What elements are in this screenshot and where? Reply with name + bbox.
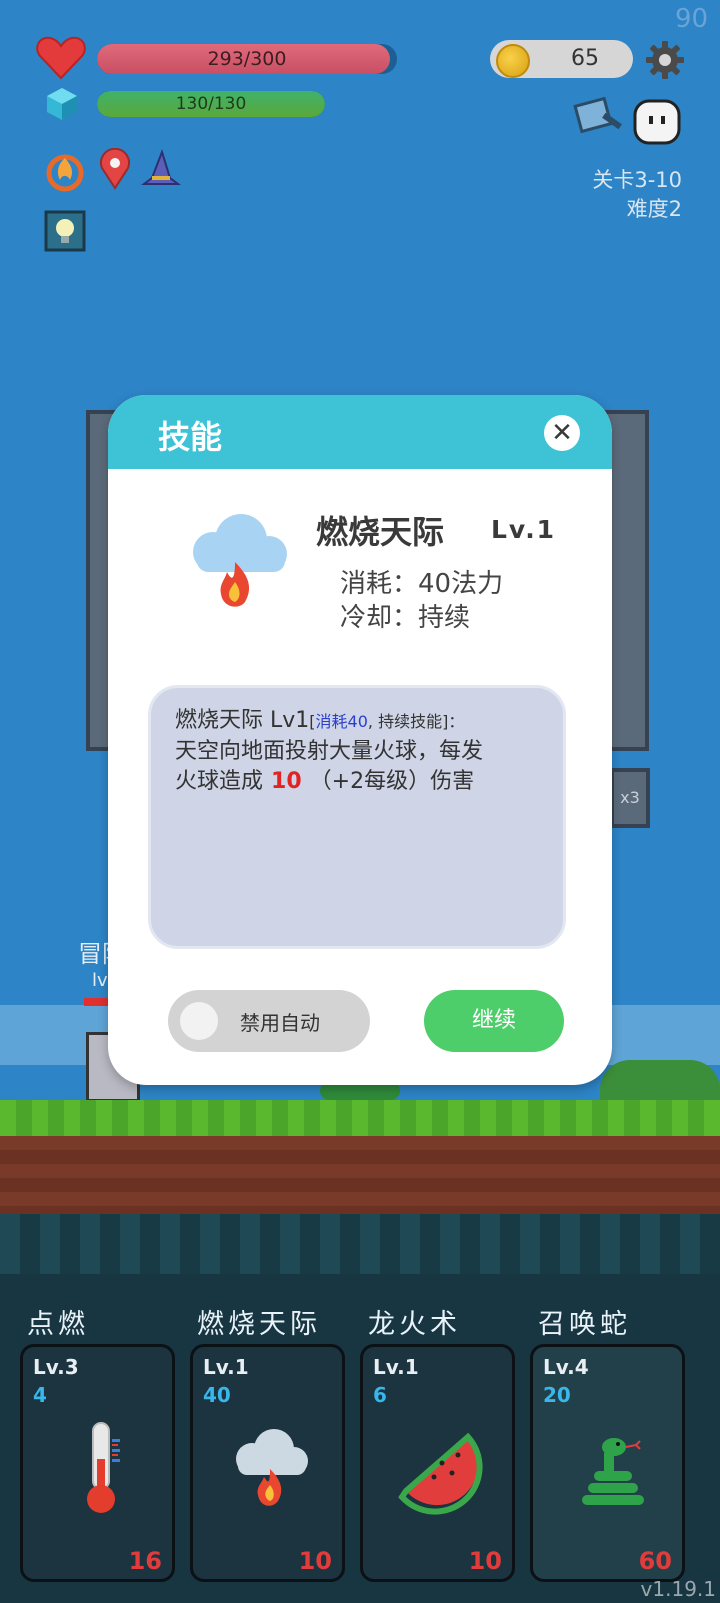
card-count: 16 xyxy=(128,1547,162,1575)
skill-card-dragon-fire[interactable]: Lv.1 6 10 xyxy=(360,1344,515,1582)
skill-description: 燃烧天际 Lv1[消耗40, 持续技能]： 天空向地面投射大量火球，每发 火球造… xyxy=(148,685,566,949)
toggle-knob[interactable] xyxy=(180,1002,218,1040)
skill-card-summon-snake[interactable]: Lv.4 20 60 xyxy=(530,1344,685,1582)
coin-icon xyxy=(496,44,530,78)
card-cost: 6 xyxy=(373,1383,387,1407)
stage-info: 关卡3-10 难度2 xyxy=(592,166,682,224)
skill-level: Lv.1 xyxy=(491,515,557,544)
card-level: Lv.4 xyxy=(543,1355,589,1379)
desc-tag: [消耗40, 持续技能]： xyxy=(309,712,465,731)
lightbulb-icon xyxy=(44,210,86,252)
desc-tag-cost: 消耗40 xyxy=(315,712,368,731)
card-level: Lv.1 xyxy=(203,1355,249,1379)
card-count: 60 xyxy=(638,1547,672,1575)
skill-cooldown: 冷却：持续 xyxy=(340,603,471,633)
card-level: Lv.1 xyxy=(373,1355,419,1379)
desc-heading: 燃烧天际 Lv1 xyxy=(175,708,310,733)
continue-button[interactable]: 继续 xyxy=(424,990,564,1052)
mana-text: 130/130 xyxy=(175,94,247,114)
card-cost: 20 xyxy=(543,1383,571,1407)
heart-icon xyxy=(36,36,86,80)
desc-line2-post: （+2每级）伤害 xyxy=(309,769,475,794)
bush xyxy=(600,1060,720,1102)
axe-icon[interactable] xyxy=(570,96,628,146)
mana-gem-icon xyxy=(47,88,77,120)
skill-name: 燃烧天际 xyxy=(316,513,445,551)
desc-line1: 天空向地面投射大量火球，每发 xyxy=(175,739,484,764)
water-surface xyxy=(0,1214,720,1274)
watermelon-icon xyxy=(398,1432,483,1515)
thermometer-icon xyxy=(87,1422,120,1513)
card-count: 10 xyxy=(468,1547,502,1575)
ghost-icon[interactable] xyxy=(632,98,682,146)
card-level: Lv.3 xyxy=(33,1355,79,1379)
version-label: v1.19.1 xyxy=(640,1577,716,1601)
coin-amount: 65 xyxy=(571,46,599,71)
skill-dialog: 技能 ✕ 燃烧天际 Lv.1 消耗：40法力 冷却：持续 燃烧天际 Lv1[消耗… xyxy=(108,395,612,1085)
skill-card-burning-sky[interactable]: Lv.1 40 10 xyxy=(190,1344,345,1582)
grass-ground xyxy=(0,1100,720,1136)
snake-icon xyxy=(582,1438,644,1505)
dirt-ground xyxy=(0,1136,720,1214)
stage-label: 关卡3-10 xyxy=(592,168,682,192)
background-badge: x3 xyxy=(610,768,650,828)
skill-title-3: 龙火术 xyxy=(368,1309,461,1340)
fire-cloud-icon xyxy=(193,514,287,607)
hp-bar: 293/300 xyxy=(97,44,397,74)
disable-auto-toggle[interactable]: 禁用自动 xyxy=(168,990,370,1052)
desc-line2-pre: 火球造成 xyxy=(175,769,264,794)
toggle-label: 禁用自动 xyxy=(240,1011,320,1035)
fire-ring-icon xyxy=(46,154,84,192)
settings-gear-icon[interactable] xyxy=(645,40,685,80)
card-cost: 40 xyxy=(203,1383,231,1407)
skill-title-1: 点燃 xyxy=(27,1309,89,1340)
hero-level: lv xyxy=(92,970,108,991)
skill-title-4: 召唤蛇 xyxy=(538,1309,631,1340)
fire-cloud-icon xyxy=(236,1429,308,1506)
dialog-title: 技能 xyxy=(158,418,223,456)
skill-title-2: 燃烧天际 xyxy=(197,1309,321,1340)
map-pin-icon xyxy=(100,148,130,190)
fps-counter: 90 xyxy=(675,4,709,34)
skill-card-ignite[interactable]: Lv.3 4 16 xyxy=(20,1344,175,1582)
card-cost: 4 xyxy=(33,1383,47,1407)
skill-cost: 消耗：40法力 xyxy=(340,569,504,599)
desc-damage: 10 xyxy=(271,769,302,794)
wizard-hat-icon xyxy=(141,148,181,185)
card-count: 10 xyxy=(298,1547,332,1575)
hp-text: 293/300 xyxy=(207,48,287,70)
close-button[interactable]: ✕ xyxy=(544,415,580,451)
difficulty-label: 难度2 xyxy=(626,197,682,221)
mana-bar: 130/130 xyxy=(97,91,325,117)
